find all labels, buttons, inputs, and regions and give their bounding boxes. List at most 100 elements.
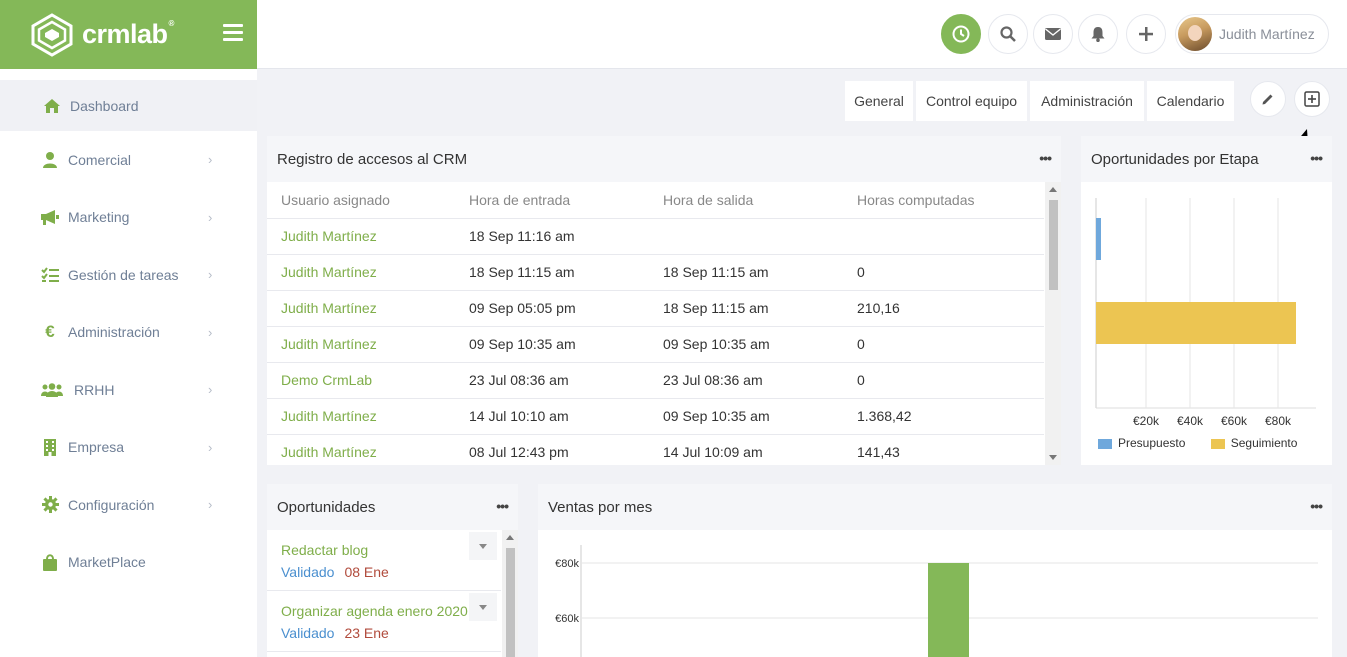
exit-time: 23 Jul 08:36 am <box>649 362 843 399</box>
scroll-thumb[interactable] <box>506 548 515 657</box>
sidebar-item-configuracion[interactable]: Configuración › <box>0 476 257 534</box>
menu-toggle-button[interactable] <box>223 24 243 42</box>
column-header[interactable]: Horas computadas <box>843 182 1044 219</box>
exit-time <box>649 218 843 255</box>
more-options-icon[interactable]: ••• <box>1039 150 1052 166</box>
dropdown-toggle[interactable] <box>469 532 497 560</box>
edit-dashboard-button[interactable] <box>1250 81 1286 117</box>
column-header[interactable]: Hora de salida <box>649 182 843 219</box>
exit-time: 14 Jul 10:09 am <box>649 434 843 465</box>
opportunity-status: Validado 23 Ene <box>281 625 389 641</box>
sidebar-item-marketplace[interactable]: MarketPlace <box>0 534 257 592</box>
sidebar-item-label: Administración <box>68 324 160 341</box>
x-tick-label: €40k <box>1177 414 1204 428</box>
bar-sales[interactable] <box>928 563 969 657</box>
user-link[interactable]: Judith Martínez <box>267 326 455 363</box>
table-row: Judith Martínez 18 Sep 11:15 am 18 Sep 11:… <box>267 254 1044 291</box>
dropdown-toggle[interactable] <box>469 593 497 621</box>
tab-general[interactable]: General <box>845 81 913 121</box>
x-tick-label: €80k <box>1265 414 1292 428</box>
mail-button[interactable] <box>1033 14 1073 54</box>
legend-item-seguimiento[interactable]: Seguimiento <box>1210 436 1298 450</box>
user-link[interactable]: Judith Martínez <box>267 434 455 465</box>
crmlab-logo-icon <box>31 12 73 57</box>
y-tick-label: €80k <box>555 558 579 570</box>
home-icon <box>42 97 62 115</box>
sidebar-item-dashboard[interactable]: Dashboard <box>0 80 257 131</box>
add-widget-button[interactable] <box>1294 81 1330 117</box>
clock-button[interactable] <box>941 14 981 54</box>
legend-swatch <box>1210 438 1225 449</box>
scrollbar[interactable] <box>1045 182 1061 465</box>
search-button[interactable] <box>988 14 1028 54</box>
sidebar-item-label: RRHH <box>74 381 115 398</box>
legend-label: Seguimiento <box>1230 436 1298 450</box>
panel-header: Ventas por mes ••• <box>538 484 1332 530</box>
scrollbar[interactable] <box>502 530 518 657</box>
hours-value: 0 <box>843 254 1044 291</box>
sidebar-item-rrhh[interactable]: RRHH › <box>0 361 257 419</box>
user-name: Judith Martínez <box>1219 26 1315 42</box>
more-options-icon[interactable]: ••• <box>1310 498 1323 514</box>
bar-presupuesto[interactable] <box>1096 218 1101 260</box>
scroll-down-icon[interactable] <box>1049 455 1057 460</box>
legend-swatch <box>1098 438 1112 449</box>
legend-label: Presupuesto <box>1118 436 1186 450</box>
megaphone-icon <box>40 208 60 226</box>
sidebar-item-label: Configuración <box>68 496 155 513</box>
tab-control-equipo[interactable]: Control equipo <box>916 81 1027 121</box>
bar-seguimiento[interactable] <box>1096 302 1296 344</box>
user-menu[interactable]: Judith Martínez <box>1175 14 1329 54</box>
sidebar-item-gestion-tareas[interactable]: Gestión de tareas › <box>0 246 257 304</box>
top-header: Judith Martínez <box>257 0 1347 69</box>
clock-icon <box>952 25 970 43</box>
sidebar-item-administracion[interactable]: € Administración › <box>0 304 257 362</box>
scroll-up-icon[interactable] <box>506 535 514 540</box>
table-row: Judith Martínez 18 Sep 11:16 am <box>267 218 1044 255</box>
entry-time: 08 Jul 12:43 pm <box>455 434 649 465</box>
x-tick-label: €20k <box>1133 414 1160 428</box>
chevron-right-icon: › <box>208 324 213 340</box>
user-link[interactable]: Judith Martínez <box>267 218 455 255</box>
scroll-up-icon[interactable] <box>1049 187 1057 192</box>
opportunity-title[interactable]: Organizar agenda enero 2020 <box>281 603 501 619</box>
user-link[interactable]: Judith Martínez <box>267 290 455 327</box>
user-link[interactable]: Demo CrmLab <box>267 362 455 399</box>
user-link[interactable]: Judith Martínez <box>267 398 455 435</box>
sales-bar-chart: €80k €60k <box>555 545 1318 657</box>
exit-time: 09 Sep 10:35 am <box>649 398 843 435</box>
column-header[interactable]: Usuario asignado <box>267 182 455 219</box>
avatar <box>1178 17 1212 51</box>
user-link[interactable]: Judith Martínez <box>267 254 455 291</box>
more-options-icon[interactable]: ••• <box>1310 150 1323 166</box>
column-header[interactable]: Hora de entrada <box>455 182 649 219</box>
logo-text: crmlab® <box>82 19 174 49</box>
hours-value: 210,16 <box>843 290 1044 327</box>
sidebar-item-label: MarketPlace <box>68 554 146 571</box>
legend-item-presupuesto[interactable]: Presupuesto <box>1098 436 1185 450</box>
sidebar-item-empresa[interactable]: Empresa › <box>0 419 257 477</box>
notifications-button[interactable] <box>1078 14 1118 54</box>
hours-value: 1.368,42 <box>843 398 1044 435</box>
pencil-icon <box>1262 94 1273 105</box>
chevron-right-icon: › <box>208 267 213 283</box>
hours-value: 0 <box>843 326 1044 363</box>
panel-title: Registro de accesos al CRM <box>277 150 468 168</box>
opportunity-title[interactable]: Redactar blog <box>281 542 501 558</box>
add-button[interactable] <box>1126 14 1166 54</box>
stage-bar-chart: €20k €40k €60k €80k <box>1095 198 1316 428</box>
tab-calendario[interactable]: Calendario <box>1147 81 1234 121</box>
list-item[interactable]: Redactar blog Validado 08 Ene <box>267 530 501 591</box>
hours-value <box>843 218 1044 255</box>
sidebar-item-marketing[interactable]: Marketing › <box>0 189 257 247</box>
sidebar-item-label: Comercial <box>68 151 132 168</box>
sidebar-item-comercial[interactable]: Comercial › <box>0 131 257 189</box>
more-options-icon[interactable]: ••• <box>496 498 509 514</box>
scroll-thumb[interactable] <box>1049 200 1058 290</box>
tab-administracion[interactable]: Administración <box>1030 81 1144 121</box>
sidebar-item-label: Marketing <box>68 209 130 226</box>
list-item[interactable]: Organizar agenda enero 2020 Validado 23 E… <box>267 591 501 652</box>
sidebar-nav: Dashboard Comercial › Marketing › Gestió… <box>0 80 257 591</box>
chart-legend: Presupuesto Seguimiento <box>1098 436 1297 450</box>
exit-time: 09 Sep 10:35 am <box>649 326 843 363</box>
